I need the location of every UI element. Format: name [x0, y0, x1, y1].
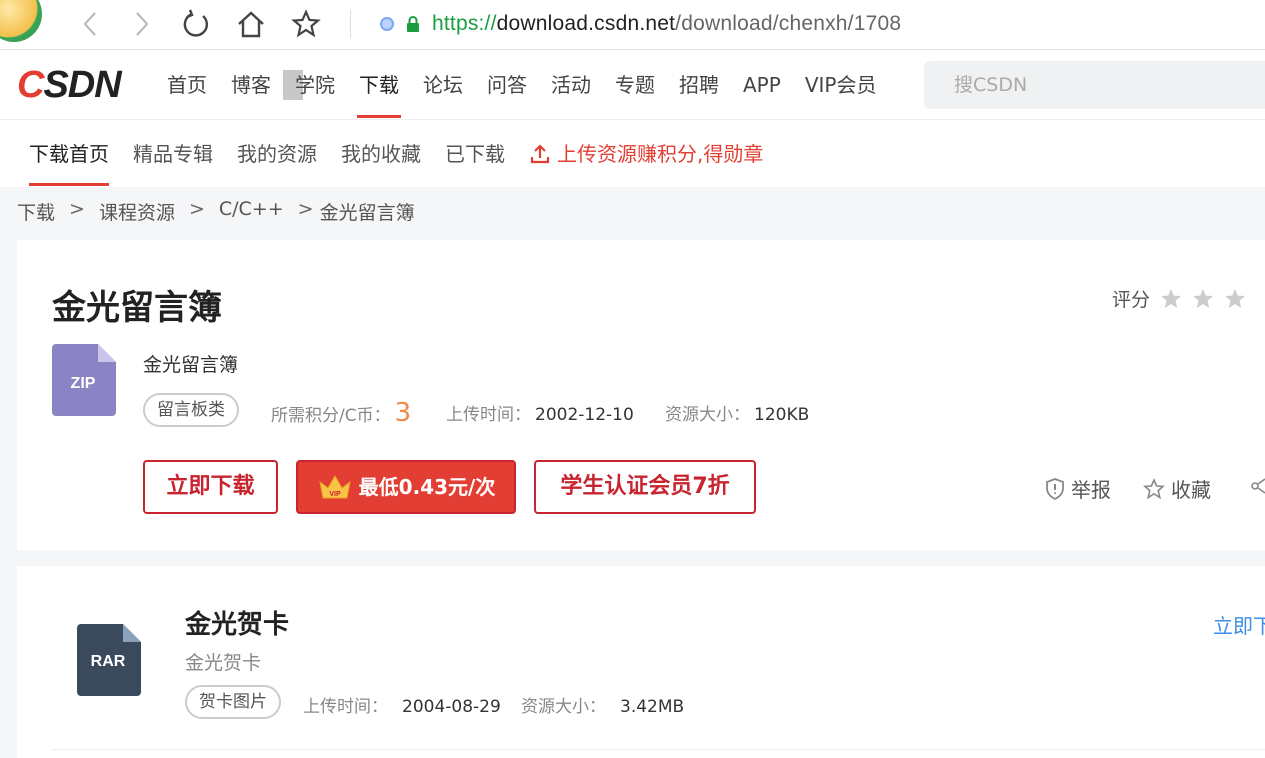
size-meta: 资源大小： 120KB: [665, 405, 810, 425]
star-icon[interactable]: [1192, 288, 1214, 310]
subnav-my-favorites[interactable]: 我的收藏: [329, 140, 433, 168]
chevron-right-icon: >: [188, 198, 205, 220]
report-button[interactable]: 举报: [1045, 474, 1111, 503]
subnav-download-home[interactable]: 下载首页: [17, 140, 121, 186]
back-icon[interactable]: [72, 8, 108, 40]
nav-academy[interactable]: 学院: [283, 70, 347, 100]
chevron-right-icon: >: [297, 198, 314, 220]
nav-events[interactable]: 活动: [539, 70, 603, 100]
main-nav: 首页 博客 学院 下载 论坛 问答 活动 专题 招聘 APP VIP会员: [155, 70, 889, 118]
nav-vip[interactable]: VIP会员: [793, 70, 889, 100]
upload-icon: [530, 144, 550, 164]
forward-icon[interactable]: [124, 8, 160, 40]
divider: [52, 749, 1265, 750]
related-resource-card: RAR 金光贺卡 金光贺卡 贺卡图片 上传时间： 2004-08-29 资源大小：…: [17, 566, 1265, 758]
profile-avatar[interactable]: [0, 0, 42, 42]
nav-home[interactable]: 首页: [155, 70, 219, 100]
nav-jobs[interactable]: 招聘: [667, 70, 731, 100]
student-vip-button[interactable]: 学生认证会员7折: [534, 460, 756, 514]
star-icon[interactable]: [1160, 288, 1182, 310]
subnav-featured[interactable]: 精品专辑: [121, 140, 225, 168]
lock-icon: [407, 16, 419, 32]
related-description: 金光贺卡: [185, 652, 262, 674]
related-title[interactable]: 金光贺卡: [185, 604, 289, 641]
rar-file-icon: RAR: [77, 624, 141, 696]
reload-icon[interactable]: [178, 8, 214, 40]
file-type-label: RAR: [91, 653, 126, 670]
zip-file-icon: ZIP: [52, 344, 116, 416]
breadcrumb-cpp[interactable]: C/C++: [219, 198, 284, 225]
shield-icon: [1046, 477, 1064, 500]
breadcrumb-current: 金光留言簿: [319, 202, 415, 224]
nav-blog[interactable]: 博客: [219, 70, 283, 100]
related-download-link[interactable]: 立即下载: [1213, 610, 1265, 639]
breadcrumb-download[interactable]: 下载: [17, 198, 55, 225]
related-upload-time: 上传时间： 2004-08-29: [303, 697, 501, 717]
resource-tag[interactable]: 留言板类: [143, 393, 239, 427]
rating-label: 评分: [1112, 289, 1151, 311]
site-info-icon[interactable]: [380, 17, 394, 31]
nav-qa[interactable]: 问答: [475, 70, 539, 100]
star-outline-icon: [1143, 477, 1165, 499]
vip-crown-icon: VIP: [318, 475, 351, 499]
nav-download[interactable]: 下载: [347, 70, 411, 118]
breadcrumb: 下载 > 课程资源 > C/C++ > 金光留言簿: [17, 198, 429, 225]
related-size: 资源大小： 3.42MB: [521, 697, 685, 717]
nav-forum[interactable]: 论坛: [411, 70, 475, 100]
toolbar-divider: [350, 10, 351, 38]
subnav-my-resources[interactable]: 我的资源: [225, 140, 329, 168]
browser-toolbar: https://download.csdn.net/download/chenx…: [0, 0, 1265, 50]
points-value: 3: [394, 398, 412, 428]
file-type-label: ZIP: [71, 375, 96, 392]
upload-time-meta: 上传时间： 2002-12-10: [446, 405, 634, 425]
address-bar[interactable]: https://download.csdn.net/download/chenx…: [380, 8, 901, 40]
site-header: CSDN 首页 博客 学院 下载 论坛 问答 活动 专题 招聘 APP VIP会…: [0, 50, 1265, 120]
points-meta: 所需积分/C币： 3: [271, 398, 412, 428]
search-input[interactable]: 搜CSDN: [924, 61, 1265, 109]
resource-card: 金光留言簿 评分 ZIP 金光留言簿 留言板类 所需积分/C币： 3 上传时间： 2…: [17, 240, 1265, 550]
resource-title: 金光留言簿: [52, 288, 222, 328]
csdn-logo[interactable]: CSDN: [17, 66, 122, 104]
nav-app[interactable]: APP: [731, 70, 793, 100]
subnav-downloaded[interactable]: 已下载: [433, 140, 517, 168]
related-tag[interactable]: 贺卡图片: [185, 685, 281, 719]
resource-description: 金光留言簿: [143, 354, 239, 376]
nav-topics[interactable]: 专题: [603, 70, 667, 100]
share-button[interactable]: [1251, 474, 1265, 498]
svg-text:VIP: VIP: [329, 491, 341, 498]
rating: 评分: [1112, 285, 1246, 312]
share-icon: [1251, 478, 1265, 494]
upload-link[interactable]: 上传资源赚积分,得勋章: [517, 140, 775, 168]
home-icon[interactable]: [233, 8, 269, 40]
download-button[interactable]: 立即下载: [143, 460, 278, 514]
url-text[interactable]: https://download.csdn.net/download/chenx…: [432, 12, 901, 36]
vip-download-button[interactable]: VIP 最低0.43元/次: [296, 460, 516, 514]
breadcrumb-course[interactable]: 课程资源: [99, 198, 175, 225]
bookmark-star-icon[interactable]: [288, 8, 324, 40]
download-subnav: 下载首页 精品专辑 我的资源 我的收藏 已下载 上传资源赚积分,得勋章: [0, 120, 1265, 187]
chevron-right-icon: >: [69, 198, 85, 220]
favorite-button[interactable]: 收藏: [1143, 474, 1211, 503]
star-icon[interactable]: [1224, 288, 1246, 310]
